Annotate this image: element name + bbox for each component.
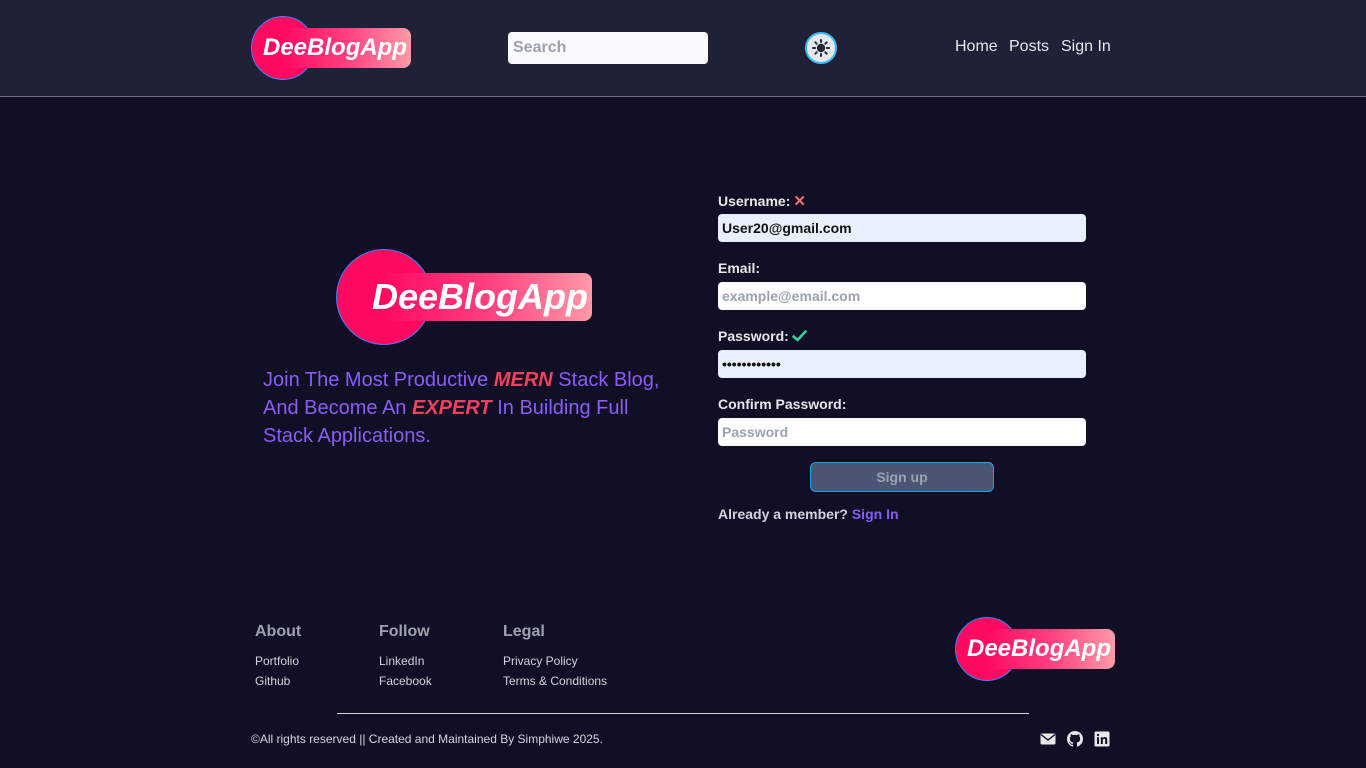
tagline-part-1: Join The Most Productive [263,369,494,391]
nav-sign-in-link[interactable]: Sign In [1061,38,1111,56]
logo-text: DeeBlogApp [372,276,588,317]
tagline-emphasis-expert: EXPERT [411,397,492,419]
footer-link-portfolio[interactable]: Portfolio [255,654,299,668]
username-field[interactable] [718,214,1086,242]
logo-text: DeeBlogApp [263,34,407,61]
footer-link-privacy-policy[interactable]: Privacy Policy [503,654,578,668]
mail-icon[interactable] [1040,731,1056,747]
header-logo[interactable]: DeeBlogApp [251,16,411,80]
site-header: DeeBlogApp Home Posts Sign In [0,0,1366,97]
email-field[interactable] [718,282,1086,310]
confirm-password-field[interactable] [718,418,1086,446]
username-label-text: Username: [718,193,791,209]
github-icon[interactable] [1067,731,1083,747]
footer-link-terms[interactable]: Terms & Conditions [503,674,607,688]
footer-link-github[interactable]: Github [255,674,290,688]
valid-check-icon [792,330,807,342]
copyright-text: ©All rights reserved || Created and Main… [251,732,603,746]
footer-follow-heading: Follow [379,623,430,640]
password-label: Password: [718,328,807,344]
hero-logo: DeeBlogApp [336,249,592,345]
linkedin-icon[interactable] [1094,731,1110,747]
footer-divider [337,713,1029,714]
already-member-text: Already a member? Sign In [718,506,899,522]
hero-tagline: Join The Most Productive MERN Stack Blog… [263,366,683,450]
sign-up-button[interactable]: Sign up [810,462,994,492]
sign-in-link[interactable]: Sign In [852,506,899,522]
nav-posts-link[interactable]: Posts [1009,38,1049,56]
username-label: Username: ✕ [718,192,806,210]
footer-link-facebook[interactable]: Facebook [379,674,432,688]
nav-home-link[interactable]: Home [955,38,998,56]
password-label-text: Password: [718,328,789,344]
footer-about-heading: About [255,623,302,640]
invalid-x-icon: ✕ [793,193,806,210]
tagline-emphasis-mern: MERN [493,369,553,391]
logo-text: DeeBlogApp [967,635,1111,662]
theme-toggle-button[interactable] [805,32,837,64]
password-field[interactable] [718,350,1086,378]
footer-link-linkedin[interactable]: LinkedIn [379,654,424,668]
email-label: Email: [718,260,761,276]
footer-logo[interactable]: DeeBlogApp [955,617,1115,681]
footer-legal-heading: Legal [503,623,545,640]
sun-icon [812,39,830,57]
search-input[interactable] [508,32,708,64]
confirm-password-label: Confirm Password: [718,396,847,412]
member-prompt: Already a member? [718,506,848,522]
